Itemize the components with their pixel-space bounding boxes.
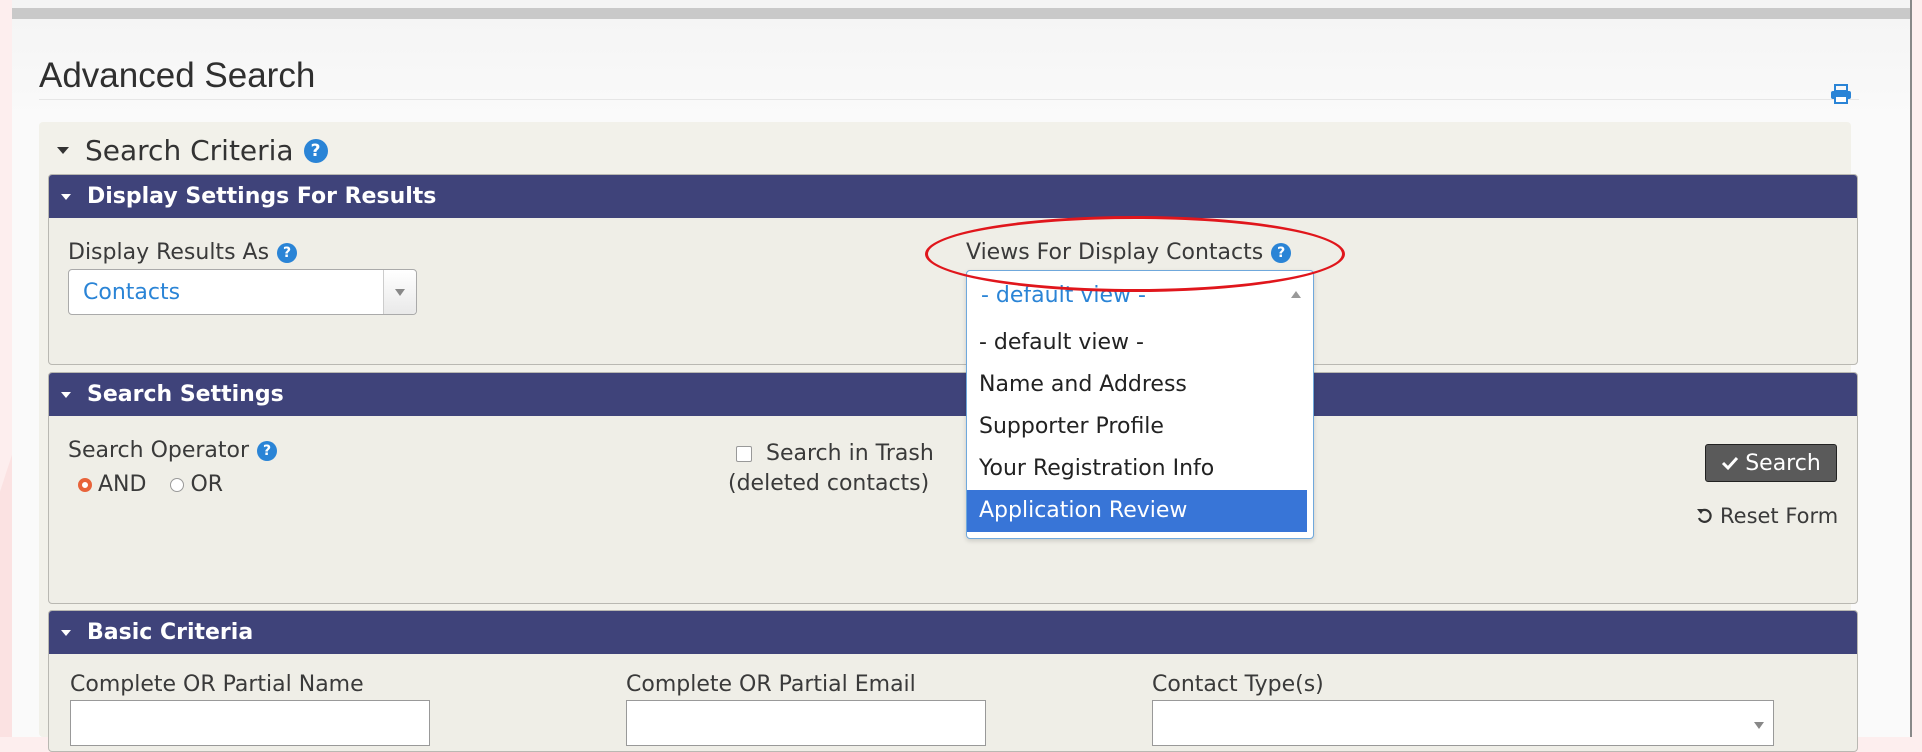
check-icon [1722,456,1739,471]
display-results-label: Display Results As [68,240,270,265]
collapse-triangle-icon [61,193,71,200]
operator-label: Search Operator [68,438,250,463]
contact-type-label: Contact Type(s) [1152,672,1324,697]
trash-checkbox-row: Search in Trash [736,441,934,466]
basic-criteria-header[interactable]: Basic Criteria [49,611,1857,654]
search-criteria-toggle[interactable]: Search Criteria ? [57,134,328,167]
email-label: Complete OR Partial Email [626,672,916,697]
views-options-list: - default view - Name and Address Suppor… [967,322,1307,532]
search-in-trash-checkbox[interactable] [736,445,752,462]
reset-icon [1697,508,1712,523]
search-settings-header[interactable]: Search Settings [49,373,1857,416]
collapse-triangle-icon [61,629,71,636]
operator-or-label[interactable]: OR [190,472,223,497]
name-label: Complete OR Partial Name [70,672,364,697]
views-label-row: Views For Display Contacts ? [966,240,1292,265]
display-results-value: Contacts [83,280,181,305]
operator-label-row: Search Operator ? [68,438,278,463]
display-settings-header[interactable]: Display Settings For Results [49,175,1857,218]
title-divider [39,99,1859,100]
help-icon[interactable]: ? [257,440,278,461]
page-title: Advanced Search [39,56,316,95]
help-icon[interactable]: ? [1271,242,1292,263]
views-option[interactable]: Name and Address [967,364,1307,406]
basic-criteria-title: Basic Criteria [87,620,254,645]
views-option[interactable]: Your Registration Info [967,448,1307,490]
reset-form-link[interactable]: Reset Form [1696,504,1838,528]
email-input[interactable] [626,700,986,746]
display-settings-title: Display Settings For Results [87,184,437,209]
contact-type-select[interactable] [1152,700,1774,746]
search-criteria-label: Search Criteria [85,134,294,167]
trash-sublabel: (deleted contacts) [728,471,930,496]
collapse-triangle-icon [61,391,71,398]
operator-and-label[interactable]: AND [98,472,146,497]
views-label: Views For Display Contacts [966,240,1264,265]
search-button[interactable]: Search [1705,444,1837,482]
views-option-highlighted[interactable]: Application Review [967,490,1307,532]
display-results-label-row: Display Results As ? [68,240,298,265]
views-select-open[interactable]: - default view - - default view - Name a… [966,270,1314,539]
name-input[interactable] [70,700,430,746]
trash-label[interactable]: Search in Trash [766,441,934,466]
operator-radio-group: AND OR [78,472,223,497]
chevron-down-icon [383,270,416,314]
operator-or-radio[interactable] [170,477,185,492]
search-settings-panel: Search Settings [48,372,1858,604]
top-bar [12,8,1910,19]
help-icon[interactable]: ? [277,242,298,263]
search-button-label: Search [1745,450,1821,476]
print-icon[interactable] [1830,84,1852,104]
views-select-value: - default view - [981,283,1146,308]
chevron-down-icon [1743,703,1764,733]
help-icon[interactable]: ? [303,138,328,163]
chevron-up-icon [1291,291,1301,298]
display-results-select[interactable]: Contacts [68,269,417,315]
collapse-triangle-icon [57,147,69,154]
reset-form-label: Reset Form [1720,504,1839,528]
views-option[interactable]: Supporter Profile [967,406,1307,448]
views-option[interactable]: - default view - [967,322,1307,364]
search-settings-title: Search Settings [87,382,284,407]
operator-and-radio[interactable] [78,477,92,492]
